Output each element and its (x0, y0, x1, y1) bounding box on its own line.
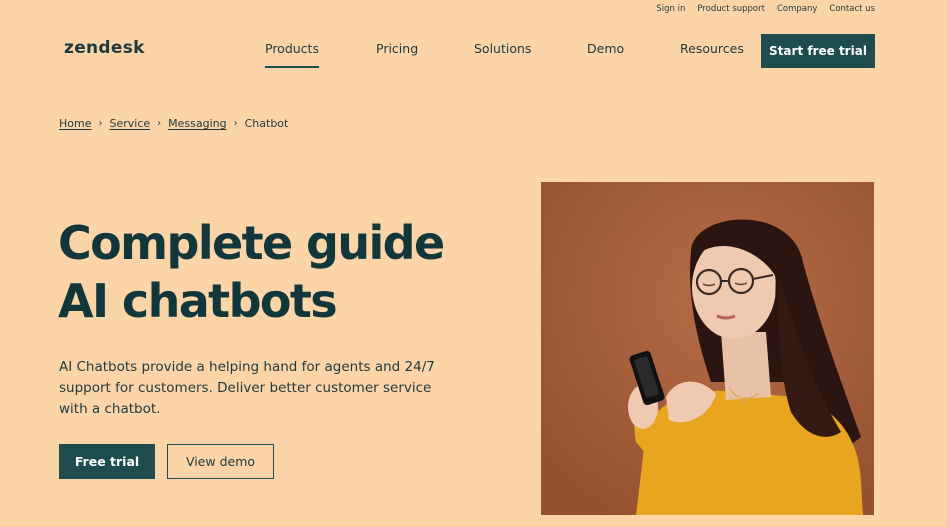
company-link[interactable]: Company (777, 4, 817, 14)
utility-nav: Sign in Product support Company Contact … (656, 4, 875, 14)
nav-item-resources[interactable]: Resources (680, 41, 744, 56)
breadcrumb-messaging[interactable]: Messaging (168, 117, 226, 130)
nav-item-products[interactable]: Products (265, 41, 319, 68)
woman-with-phone-illustration (541, 182, 874, 515)
chevron-right-icon: › (98, 118, 103, 129)
breadcrumb: Home › Service › Messaging › Chatbot (59, 117, 288, 130)
nav-item-solutions[interactable]: Solutions (474, 41, 531, 56)
title-line-2: AI chatbots (58, 274, 338, 328)
contact-us-link[interactable]: Contact us (829, 4, 875, 14)
title-line-1: Complete guide (58, 216, 445, 270)
breadcrumb-home[interactable]: Home (59, 117, 91, 130)
start-free-trial-button[interactable]: Start free trial (761, 34, 875, 68)
product-support-link[interactable]: Product support (697, 4, 765, 14)
hero-description: AI Chatbots provide a helping hand for a… (59, 359, 435, 417)
breadcrumb-service[interactable]: Service (109, 117, 150, 130)
view-demo-button[interactable]: View demo (167, 444, 274, 479)
breadcrumb-current: Chatbot (244, 117, 289, 130)
nav-item-pricing[interactable]: Pricing (376, 41, 418, 56)
zendesk-logo[interactable]: zendesk (64, 38, 145, 58)
free-trial-button[interactable]: Free trial (59, 444, 155, 479)
hero-photo (541, 182, 874, 515)
nav-item-demo[interactable]: Demo (587, 41, 624, 56)
chevron-right-icon: › (157, 118, 162, 129)
chevron-right-icon: › (233, 118, 238, 129)
sign-in-link[interactable]: Sign in (656, 4, 685, 14)
page-title: Complete guide AI chatbots (58, 214, 445, 330)
